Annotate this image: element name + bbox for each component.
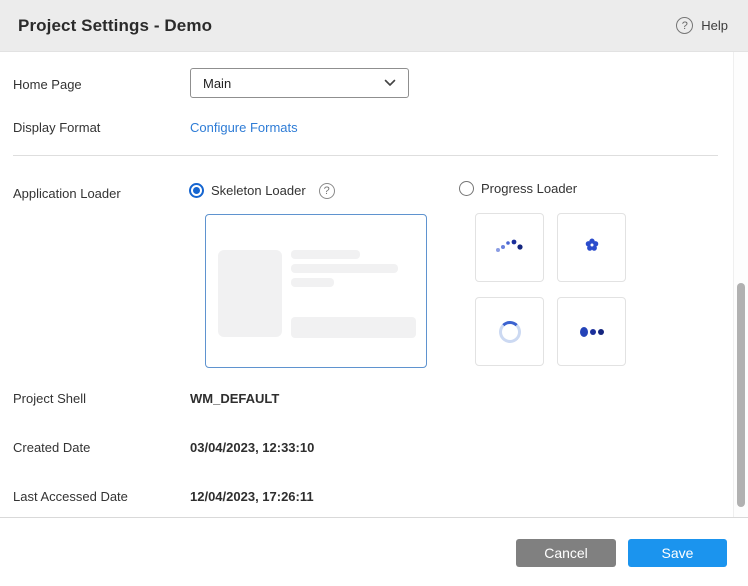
progress-variant-dots-arc[interactable] [475,213,544,282]
help-button[interactable]: ? Help [676,17,728,34]
progress-variant-ring[interactable] [475,297,544,366]
progress-variant-bouncing-dots[interactable] [557,297,626,366]
project-shell-label: Project Shell [13,391,86,406]
dialog-header: Project Settings - Demo ? Help [0,0,748,52]
progress-variant-gear[interactable] [557,213,626,282]
progress-loader-label: Progress Loader [481,181,577,196]
skeleton-loader-label: Skeleton Loader [211,183,306,198]
home-page-select[interactable]: Main [190,68,409,98]
skeleton-text-line [291,278,334,287]
question-circle-icon: ? [676,17,693,34]
application-loader-label: Application Loader [13,186,121,201]
progress-loader-radio[interactable]: Progress Loader [459,181,577,196]
chevron-down-icon [384,79,396,87]
scrollbar-thumb[interactable] [737,283,745,507]
last-accessed-date-label: Last Accessed Date [13,489,128,504]
configure-formats-link[interactable]: Configure Formats [190,120,298,135]
last-accessed-date-value: 12/04/2023, 17:26:11 [190,489,314,504]
radio-unselected-icon [459,181,474,196]
project-settings-dialog: Project Settings - Demo ? Help Home Page… [0,0,748,586]
skeleton-loader-help-icon[interactable]: ? [319,181,335,199]
created-date-label: Created Date [13,440,90,455]
skeleton-block-placeholder [291,317,416,338]
ring-spinner-icon [499,321,521,343]
dialog-footer: Cancel Save [0,517,748,586]
bouncing-dots-spinner-icon [580,327,604,337]
home-page-label: Home Page [13,77,82,92]
skeleton-loader-preview [205,214,427,368]
display-format-label: Display Format [13,120,100,135]
skeleton-image-placeholder [218,250,282,337]
cancel-button[interactable]: Cancel [516,539,616,567]
gear-spinner-icon [583,236,601,259]
home-page-selected-value: Main [203,76,231,91]
created-date-value: 03/04/2023, 12:33:10 [190,440,314,455]
section-divider [13,155,718,156]
project-shell-value: WM_DEFAULT [190,391,279,406]
save-button[interactable]: Save [628,539,727,567]
help-label: Help [701,18,728,33]
skeleton-text-line [291,250,360,259]
radio-selected-icon [189,183,204,198]
dots-arc-spinner-icon [493,233,527,262]
skeleton-text-line [291,264,398,273]
skeleton-loader-radio[interactable]: Skeleton Loader ? [189,181,335,199]
page-title: Project Settings - Demo [18,16,212,36]
